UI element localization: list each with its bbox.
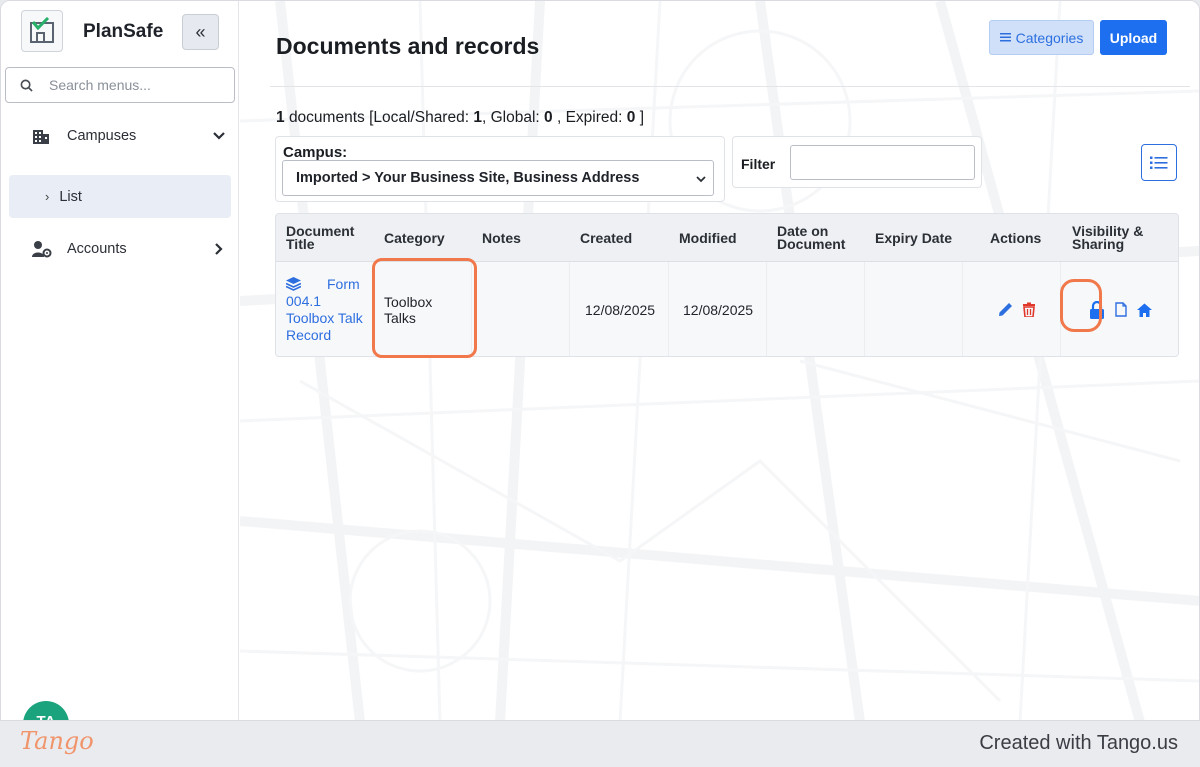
home-icon xyxy=(1137,303,1152,317)
text-filter: Filter xyxy=(732,136,982,188)
summary-text: , Expired: xyxy=(556,109,623,126)
cell-modified: 12/08/2025 xyxy=(669,262,767,356)
sidebar-item-accounts[interactable]: Accounts xyxy=(1,229,239,269)
chevron-down-icon xyxy=(696,176,706,183)
plansafe-logo-icon xyxy=(30,17,54,43)
collapse-sidebar-button[interactable]: « xyxy=(182,14,219,50)
column-header-expiry-date[interactable]: Expiry Date xyxy=(875,214,965,262)
sidebar: PlanSafe « Campuses xyxy=(1,1,239,720)
cell-document-title: Form 004.1 Toolbox Talk Record xyxy=(276,262,374,356)
column-header-document-title[interactable]: Document Title xyxy=(286,214,376,262)
document-title-link[interactable]: Form 004.1 Toolbox Talk Record xyxy=(286,276,363,344)
app-brand: PlanSafe xyxy=(83,21,164,42)
cell-actions xyxy=(963,262,1061,356)
column-header-visibility-sharing: Visibility & Sharing xyxy=(1072,223,1144,252)
delete-button[interactable] xyxy=(1022,302,1036,317)
list-view-toggle[interactable] xyxy=(1141,144,1177,181)
sidebar-subitem-list[interactable]: › List xyxy=(9,175,231,218)
edit-button[interactable] xyxy=(997,301,1014,318)
column-header-notes[interactable]: Notes xyxy=(482,214,572,262)
header-divider xyxy=(270,86,1190,87)
sidebar-item-campuses[interactable]: Campuses xyxy=(1,116,239,156)
file-icon xyxy=(1115,302,1127,317)
upload-button[interactable]: Upload xyxy=(1100,20,1167,55)
chevron-right-icon xyxy=(215,243,223,255)
category-highlight-marker xyxy=(372,258,477,358)
summary-text: documents [Local/Shared: xyxy=(288,109,470,126)
global-count: 0 xyxy=(544,109,553,126)
categories-button-label: Categories xyxy=(1015,29,1084,46)
building-icon xyxy=(33,130,49,144)
sidebar-item-label: Campuses xyxy=(67,128,137,144)
table-header: Document Title Category Notes Created Mo… xyxy=(276,214,1178,262)
cell-date-on-document xyxy=(767,262,865,356)
user-avatar[interactable]: TA xyxy=(23,701,69,720)
sidebar-subitem-label: List xyxy=(59,188,82,205)
column-header-date-on-document[interactable]: Date on Document xyxy=(777,214,862,262)
trash-icon xyxy=(1023,302,1035,317)
document-title-text: Form xyxy=(327,275,360,292)
users-cog-icon xyxy=(32,241,52,258)
page-title: Documents and records xyxy=(276,33,540,59)
app-logo xyxy=(21,10,63,52)
list-view-icon xyxy=(1150,156,1168,169)
documents-count: 1 xyxy=(276,109,285,126)
expired-count: 0 xyxy=(626,109,636,126)
chevron-down-icon xyxy=(213,132,225,140)
filter-input[interactable] xyxy=(790,145,975,180)
app-window: PlanSafe « Campuses xyxy=(0,0,1200,721)
double-chevron-left-icon: « xyxy=(195,21,206,42)
column-header-actions: Actions xyxy=(990,229,1042,246)
chevron-right-small-icon: › xyxy=(45,189,50,204)
column-header-modified[interactable]: Modified xyxy=(679,214,769,262)
home-share-button[interactable] xyxy=(1137,303,1152,317)
tango-credit: Created with Tango.us xyxy=(979,732,1178,754)
document-title-text: 004.1 xyxy=(286,292,322,309)
column-header-category[interactable]: Category xyxy=(384,214,474,262)
column-header-created[interactable]: Created xyxy=(580,214,670,262)
tango-logo: Tango xyxy=(20,727,94,755)
document-title-text: Record xyxy=(286,326,332,343)
cell-created: 12/08/2025 xyxy=(570,262,669,356)
menu-search-input[interactable] xyxy=(49,77,219,93)
cell-notes xyxy=(472,262,570,356)
list-icon xyxy=(999,33,1011,42)
campus-label: Campus: xyxy=(283,144,348,161)
cell-expiry-date xyxy=(865,262,963,356)
pencil-icon xyxy=(999,303,1012,316)
layers-icon xyxy=(286,277,301,291)
main-content: Documents and records Categories Upload … xyxy=(240,1,1199,720)
summary-text: ] xyxy=(639,109,644,126)
categories-button[interactable]: Categories xyxy=(989,20,1094,55)
campus-select[interactable]: Imported > Your Business Site, Business … xyxy=(282,160,714,196)
document-title-text: Toolbox Talk xyxy=(286,309,363,326)
menu-search xyxy=(5,67,235,103)
sidebar-item-label: Accounts xyxy=(67,241,127,257)
summary-text: , Global: xyxy=(481,109,540,126)
filter-label: Filter xyxy=(741,156,776,172)
documents-summary: 1 documents [Local/Shared: 1, Global: 0 … xyxy=(276,109,644,127)
local-shared-count: 1 xyxy=(473,109,482,126)
lock-highlight-marker xyxy=(1060,279,1102,332)
local-document-button[interactable] xyxy=(1115,302,1127,317)
campus-selected-value: Imported > Your Business Site, Business … xyxy=(296,170,640,186)
search-icon xyxy=(20,79,33,92)
campus-filter: Campus: Imported > Your Business Site, B… xyxy=(275,136,725,202)
